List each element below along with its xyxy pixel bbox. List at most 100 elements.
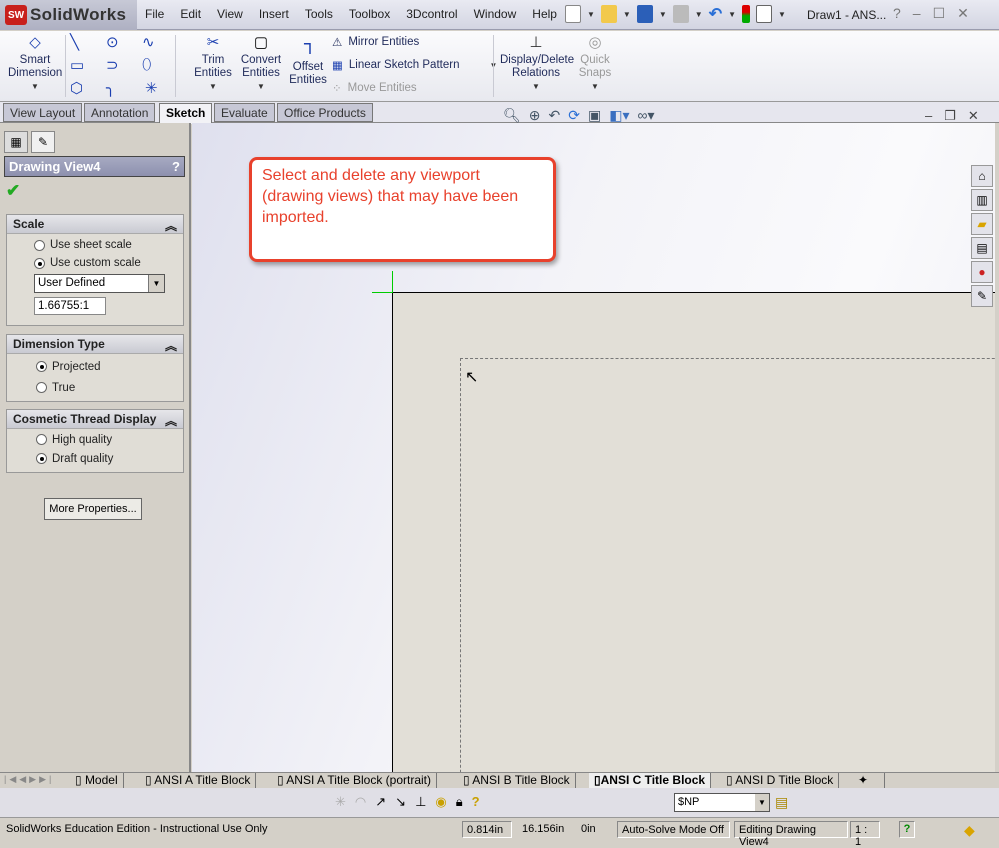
- spline-tool-icon[interactable]: ∿: [142, 33, 155, 51]
- use-sheet-scale-radio[interactable]: Use sheet scale: [34, 236, 183, 254]
- sheet-tab-ansi-a-portrait[interactable]: ▯ ANSI A Title Block (portrait): [272, 773, 437, 789]
- projected-radio[interactable]: Projected: [36, 356, 183, 377]
- tab-sketch[interactable]: Sketch: [159, 103, 213, 124]
- quick-tips-icon[interactable]: ?: [899, 821, 915, 838]
- high-quality-radio[interactable]: High quality: [36, 430, 183, 449]
- sheet-tab-ansi-b[interactable]: ▯ ANSI B Title Block: [458, 773, 576, 789]
- arc-tool-icon[interactable]: ⊃: [106, 56, 119, 74]
- menu-window[interactable]: Window: [474, 7, 517, 21]
- move-entities-button[interactable]: ⁘ Move Entities: [332, 81, 417, 95]
- feature-tree-tab[interactable]: ▦: [4, 131, 28, 153]
- ellipse-tool-icon[interactable]: ⬯: [142, 56, 151, 73]
- help-icon[interactable]: ?: [893, 5, 901, 22]
- layer-dropdown[interactable]: $NP ▼: [674, 793, 770, 812]
- restore-view-button[interactable]: ❐: [944, 108, 956, 124]
- zoom-to-fit-icon[interactable]: 🔍︎: [503, 107, 521, 124]
- arrow-se-icon[interactable]: ↘: [395, 794, 406, 810]
- rectangle-tool-icon[interactable]: ▭: [70, 56, 84, 74]
- file-explorer-icon[interactable]: ▰: [971, 213, 993, 235]
- menu-3dcontrol[interactable]: 3Dcontrol: [406, 7, 457, 21]
- collapse-icon[interactable]: ︽: [165, 337, 177, 353]
- point-icon[interactable]: ✳: [335, 794, 346, 810]
- save-icon[interactable]: [636, 5, 653, 23]
- help-icon[interactable]: ?: [172, 159, 180, 174]
- menu-edit[interactable]: Edit: [180, 7, 201, 21]
- maximize-button[interactable]: ☐: [933, 5, 946, 22]
- tab-annotation[interactable]: Annotation: [84, 103, 156, 122]
- tab-evaluate[interactable]: Evaluate: [214, 103, 275, 122]
- menu-tools[interactable]: Tools: [305, 7, 333, 21]
- menu-file[interactable]: File: [145, 7, 164, 21]
- design-library-icon[interactable]: ▥: [971, 189, 993, 211]
- menu-insert[interactable]: Insert: [259, 7, 289, 21]
- sheet-tab-model[interactable]: ▯ Model: [70, 773, 124, 789]
- tab-office-products[interactable]: Office Products: [277, 103, 373, 122]
- add-sheet-icon[interactable]: ✦: [853, 773, 885, 789]
- close-view-button[interactable]: ✕: [968, 108, 979, 124]
- lamp-icon[interactable]: ◉: [435, 794, 446, 810]
- view-settings-icon[interactable]: ∞▾: [637, 107, 654, 124]
- smart-dimension-button[interactable]: ◇ Smart Dimension ▼: [8, 35, 62, 93]
- polygon-tool-icon[interactable]: ⬡: [70, 79, 83, 97]
- menu-toolbox[interactable]: Toolbox: [349, 7, 390, 21]
- quick-snaps-button[interactable]: ◎ Quick Snaps ▼: [578, 35, 612, 93]
- ground-icon[interactable]: ⊥: [415, 794, 426, 810]
- use-custom-scale-radio[interactable]: Use custom scale: [34, 254, 183, 272]
- custom-properties-icon[interactable]: ✎: [971, 285, 993, 307]
- print-icon[interactable]: [672, 5, 689, 23]
- circle-tool-icon[interactable]: ⊙: [106, 33, 119, 51]
- arrow-ne-icon[interactable]: ↗: [375, 794, 386, 810]
- draft-quality-radio[interactable]: Draft quality: [36, 449, 183, 468]
- linear-sketch-pattern-button[interactable]: ▦Linear Sketch Pattern▼: [332, 58, 497, 72]
- minimize-button[interactable]: –: [913, 5, 921, 22]
- layer-properties-icon[interactable]: ▤: [775, 794, 788, 811]
- property-manager-tab[interactable]: ✎: [31, 131, 55, 153]
- convert-entities-button[interactable]: ▢ Convert Entities ▼: [238, 35, 284, 93]
- custom-scale-input[interactable]: 1.66755:1: [34, 297, 106, 315]
- tag-icon[interactable]: ◆: [964, 822, 975, 839]
- more-properties-button[interactable]: More Properties...: [44, 498, 142, 520]
- menu-help[interactable]: Help: [532, 7, 557, 21]
- collapse-icon[interactable]: ︽: [165, 412, 177, 428]
- ok-checkmark-icon[interactable]: ✔: [6, 181, 20, 201]
- new-document-icon[interactable]: [565, 5, 581, 23]
- mirror-entities-button[interactable]: ⚠ Mirror Entities: [332, 35, 419, 49]
- status-scale[interactable]: 1 : 1: [850, 821, 880, 848]
- display-style-icon[interactable]: ◧▾: [609, 107, 629, 124]
- trim-entities-button[interactable]: ✂ Trim Entities ▼: [190, 35, 236, 93]
- solidworks-logo[interactable]: SW SolidWorks: [0, 0, 137, 30]
- drawing-view-border[interactable]: [460, 358, 995, 772]
- rebuild-icon[interactable]: ⟳: [568, 107, 580, 124]
- undo-icon[interactable]: ↶: [709, 4, 722, 24]
- display-delete-relations-button[interactable]: ⊥ Display/Delete Relations ▼: [500, 35, 574, 93]
- sheet-tab-ansi-c[interactable]: ▯ANSI C Title Block: [589, 773, 712, 789]
- help-question-icon[interactable]: ?: [472, 794, 480, 810]
- close-button[interactable]: ✕: [957, 5, 969, 22]
- arc-icon[interactable]: ◠: [355, 794, 366, 810]
- appearances-icon[interactable]: ●: [971, 261, 993, 283]
- point-tool-icon[interactable]: ✳: [145, 79, 158, 97]
- lock-icon[interactable]: 🔒︎: [456, 794, 463, 810]
- offset-entities-button[interactable]: ⅂ Offset Entities: [287, 42, 329, 87]
- sheet-scroll-arrows[interactable]: |◀◀▶▶|: [4, 774, 54, 785]
- status-solve-mode[interactable]: Auto-Solve Mode Off: [617, 821, 730, 838]
- true-radio[interactable]: True: [36, 377, 183, 398]
- sheet-tab-ansi-d[interactable]: ▯ ANSI D Title Block: [721, 773, 840, 789]
- open-folder-icon[interactable]: [600, 5, 617, 23]
- collapse-icon[interactable]: ︽: [165, 217, 177, 233]
- rebuild-traffic-light-icon[interactable]: [742, 5, 751, 23]
- line-tool-icon[interactable]: ╲: [70, 33, 79, 51]
- previous-view-icon[interactable]: ↶: [549, 107, 561, 124]
- graphics-area[interactable]: ↖ Select and delete any viewport (drawin…: [192, 123, 995, 772]
- tab-view-layout[interactable]: View Layout: [3, 103, 83, 122]
- view-palette-icon[interactable]: ▤: [971, 237, 993, 259]
- menu-view[interactable]: View: [217, 7, 243, 21]
- minimize-view-button[interactable]: –: [925, 108, 932, 124]
- drawing-sheet[interactable]: ↖: [392, 292, 995, 772]
- hide-show-icon[interactable]: ▣: [588, 107, 601, 124]
- scale-dropdown[interactable]: User Defined ▼: [34, 274, 165, 293]
- options-icon[interactable]: [756, 5, 773, 23]
- home-icon[interactable]: ⌂: [971, 165, 993, 187]
- zoom-to-area-icon[interactable]: ⊕: [529, 107, 541, 124]
- sheet-tab-ansi-a[interactable]: ▯ ANSI A Title Block: [140, 773, 257, 789]
